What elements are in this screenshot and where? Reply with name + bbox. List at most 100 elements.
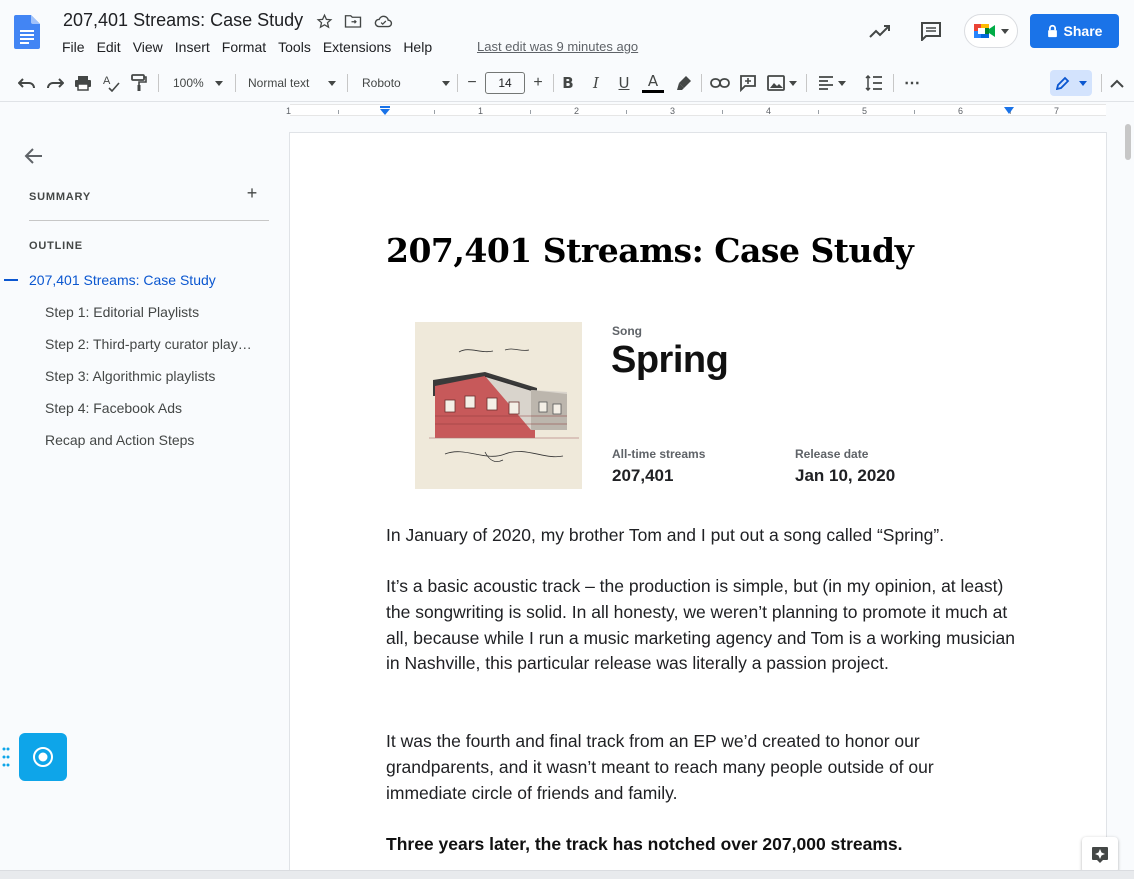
star-icon[interactable]: [314, 11, 334, 31]
song-title: Spring: [611, 339, 729, 381]
album-cover-illustration: [415, 322, 582, 489]
text-color-letter: A: [647, 71, 659, 90]
vertical-scrollbar[interactable]: [1121, 118, 1134, 870]
paint-format-icon[interactable]: [128, 72, 150, 94]
editing-mode-button[interactable]: [1050, 70, 1092, 96]
add-comment-icon[interactable]: [737, 72, 759, 94]
line-spacing-icon[interactable]: [862, 72, 886, 94]
ruler-number: 3: [670, 106, 676, 116]
chevron-down-icon: [1001, 28, 1009, 34]
redo-icon[interactable]: [44, 72, 66, 94]
ruler-tick: [530, 110, 531, 114]
body-paragraph: In January of 2020, my brother Tom and I…: [386, 525, 945, 545]
outline-item-step-1[interactable]: Step 1: Editorial Playlists: [45, 304, 260, 320]
activity-trend-icon[interactable]: [867, 18, 893, 44]
cloud-saved-icon[interactable]: [373, 11, 393, 31]
meet-button[interactable]: [964, 14, 1018, 48]
menu-help[interactable]: Help: [397, 39, 438, 55]
toolbar-divider: [235, 74, 236, 92]
toolbar-divider: [158, 74, 159, 92]
streams-label: All-time streams: [612, 447, 706, 461]
document-page[interactable]: 207,401 Streams: Case Study Song Spring …: [290, 133, 1106, 873]
drag-handle-icon[interactable]: [2, 746, 10, 768]
decrease-font-size-button[interactable]: −: [462, 72, 482, 94]
sidebar-divider: [29, 220, 269, 221]
toolbar-divider: [457, 74, 458, 92]
collapse-menus-icon[interactable]: [1107, 72, 1127, 94]
bold-button[interactable]: B: [558, 72, 578, 94]
print-icon[interactable]: [72, 72, 94, 94]
menu-tools[interactable]: Tools: [272, 39, 317, 55]
text-color-button[interactable]: A: [641, 72, 665, 94]
outline-item-step-4[interactable]: Step 4: Facebook Ads: [45, 400, 260, 416]
menu-view[interactable]: View: [127, 39, 169, 55]
left-indent-marker-icon[interactable]: [379, 106, 391, 116]
underline-button[interactable]: U: [614, 72, 634, 94]
ruler-tick: [338, 110, 339, 114]
insert-image-button[interactable]: [765, 72, 799, 94]
outline-active-indicator: [4, 279, 18, 281]
italic-button[interactable]: I: [586, 72, 606, 94]
highlight-pen-icon[interactable]: [673, 72, 695, 94]
docs-logo-icon[interactable]: [14, 15, 40, 49]
share-button[interactable]: Share: [1030, 14, 1119, 48]
ruler-number: 7: [1054, 106, 1060, 116]
explore-button[interactable]: [1082, 837, 1118, 873]
highlight-paragraph: Three years later, the track has notched…: [386, 834, 903, 854]
spellcheck-icon[interactable]: A: [100, 72, 122, 94]
last-edit-link[interactable]: Last edit was 9 minutes ago: [477, 39, 638, 54]
insert-link-icon[interactable]: [709, 72, 731, 94]
font-family-select[interactable]: Roboto: [360, 72, 452, 94]
ruler-number: 4: [766, 106, 772, 116]
body-paragraph: It’s a basic acoustic track – the produc…: [386, 576, 1016, 674]
comments-icon[interactable]: [918, 18, 944, 44]
toolbar-divider: [347, 74, 348, 92]
font-family-value: Roboto: [362, 76, 401, 90]
chevron-down-icon: [789, 80, 797, 86]
back-arrow-icon[interactable]: [24, 146, 44, 166]
ruler-tick: [914, 110, 915, 114]
ruler-number: 1: [478, 106, 484, 116]
pencil-icon: [1056, 76, 1070, 90]
ruler[interactable]: 1 1 2 3 4 5 6 7: [0, 102, 1134, 118]
outline-item-recap[interactable]: Recap and Action Steps: [45, 432, 260, 448]
ruler-tick: [434, 110, 435, 114]
image-icon: [767, 75, 785, 91]
font-size-input[interactable]: 14: [485, 72, 525, 94]
add-summary-button[interactable]: +: [244, 184, 260, 202]
align-button[interactable]: [816, 72, 848, 94]
move-folder-icon[interactable]: [343, 11, 363, 31]
increase-font-size-button[interactable]: +: [528, 72, 548, 94]
more-options-button[interactable]: ⋯: [900, 72, 924, 94]
menu-file[interactable]: File: [62, 39, 91, 55]
document-title[interactable]: 207,401 Streams: Case Study: [63, 10, 303, 31]
outline-heading: OUTLINE: [29, 240, 83, 252]
lock-icon: [1047, 24, 1057, 38]
album-art-image: [415, 322, 582, 489]
scrollbar-thumb[interactable]: [1125, 124, 1131, 160]
body-paragraph: It was the fourth and final track from a…: [386, 731, 934, 803]
menu-format[interactable]: Format: [216, 39, 272, 55]
outline-item-step-3[interactable]: Step 3: Algorithmic playlists: [45, 368, 260, 384]
ruler-number: 1: [286, 106, 292, 116]
ruler-tick: [818, 110, 819, 114]
ruler-tick: [722, 110, 723, 114]
menu-edit[interactable]: Edit: [91, 39, 127, 55]
ruler-number: 5: [862, 106, 868, 116]
toolbar-divider: [553, 74, 554, 92]
menu-insert[interactable]: Insert: [169, 39, 216, 55]
document-heading: 207,401 Streams: Case Study: [386, 231, 914, 270]
right-indent-marker-icon[interactable]: [1003, 107, 1015, 115]
record-icon: [33, 747, 53, 767]
paragraph-style-value: Normal text: [248, 76, 310, 90]
outline-item-title[interactable]: 207,401 Streams: Case Study: [29, 272, 269, 288]
ruler-tick: [626, 110, 627, 114]
chevron-down-icon: [328, 81, 336, 86]
paragraph-style-select[interactable]: Normal text: [246, 72, 338, 94]
share-label: Share: [1063, 23, 1103, 39]
outline-item-step-2[interactable]: Step 2: Third-party curator play…: [45, 336, 260, 352]
menu-extensions[interactable]: Extensions: [317, 39, 397, 55]
zoom-select[interactable]: 100%: [170, 72, 226, 94]
record-button[interactable]: [19, 733, 67, 781]
undo-icon[interactable]: [16, 72, 38, 94]
